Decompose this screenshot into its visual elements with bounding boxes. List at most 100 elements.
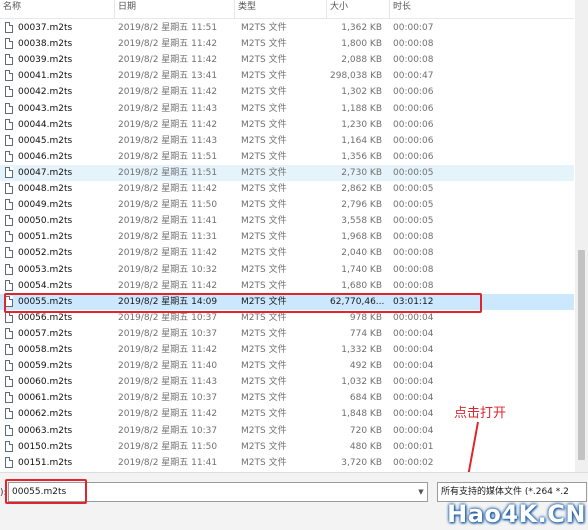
file-row[interactable]: 00051.m2ts 2019/8/2 星期五 11:31 M2TS 文件 1,968… (0, 229, 574, 245)
file-type: M2TS 文件 (241, 328, 287, 339)
file-type: M2TS 文件 (241, 119, 287, 130)
file-row[interactable]: 00038.m2ts 2019/8/2 星期五 11:42 M2TS 文件 1,800… (0, 36, 574, 52)
file-name: 00037.m2ts (18, 23, 73, 33)
file-icon (5, 376, 13, 388)
file-type: M2TS 文件 (241, 23, 287, 33)
file-name: 00052.m2ts (18, 248, 73, 259)
file-row[interactable]: 00046.m2ts 2019/8/2 星期五 11:51 M2TS 文件 1,356… (0, 149, 574, 165)
file-row[interactable]: 00041.m2ts 2019/8/2 星期五 13:41 M2TS 文件 298,0… (0, 68, 574, 84)
file-icon (5, 344, 13, 355)
file-icon (5, 54, 13, 66)
file-type: M2TS 文件 (241, 345, 287, 355)
file-row[interactable]: 00042.m2ts 2019/8/2 星期五 11:42 M2TS 文件 1,302… (0, 84, 574, 100)
file-type-filter[interactable]: 所有支持的媒体文件 (*.264 *.2 (437, 482, 587, 502)
file-name: 00061.m2ts (18, 393, 73, 404)
file-name: 00048.m2ts (18, 184, 73, 194)
file-type: M2TS 文件 (241, 167, 287, 178)
file-duration: 00:00:08 (393, 55, 434, 66)
vertical-scrollbar[interactable] (575, 0, 588, 472)
file-duration: 00:00:08 (393, 248, 434, 259)
file-name: 00062.m2ts (18, 409, 73, 420)
file-row[interactable]: 00044.m2ts 2019/8/2 星期五 11:42 M2TS 文件 1,230… (0, 117, 574, 133)
file-size: 1,230 KB (341, 119, 382, 130)
file-name: 00042.m2ts (18, 87, 73, 98)
file-type: M2TS 文件 (241, 441, 287, 452)
file-duration: 00:00:07 (393, 23, 434, 33)
file-name: 00051.m2ts (18, 232, 73, 243)
file-type: M2TS 文件 (241, 71, 287, 82)
file-duration: 00:00:08 (393, 280, 434, 291)
file-row[interactable]: 00054.m2ts 2019/8/2 星期五 11:42 M2TS 文件 1,680… (0, 278, 574, 294)
file-icon (5, 199, 13, 211)
file-date: 2019/8/2 星期五 11:50 (118, 441, 218, 452)
file-date: 2019/8/2 星期五 11:42 (118, 39, 218, 50)
file-size: 3,720 KB (341, 457, 382, 468)
chevron-down-icon[interactable]: ▼ (415, 483, 427, 501)
column-header-date[interactable]: 日期 (115, 0, 235, 18)
file-size: 720 KB (349, 425, 382, 436)
file-row[interactable]: 00047.m2ts 2019/8/2 星期五 11:51 M2TS 文件 2,730… (0, 164, 574, 181)
file-name: 00059.m2ts (18, 361, 73, 372)
file-row[interactable]: 00039.m2ts 2019/8/2 星期五 11:42 M2TS 文件 2,088… (0, 52, 574, 68)
column-header-size[interactable]: 大小 (327, 0, 390, 18)
file-icon (5, 408, 13, 420)
file-date: 2019/8/2 星期五 11:42 (118, 55, 218, 66)
file-icon (5, 327, 13, 339)
file-size: 1,188 KB (341, 103, 382, 114)
file-row[interactable]: 00048.m2ts 2019/8/2 星期五 11:42 M2TS 文件 2,862… (0, 181, 574, 197)
file-date: 2019/8/2 星期五 10:37 (118, 328, 218, 339)
file-date: 2019/8/2 星期五 10:37 (118, 393, 218, 404)
column-header-type[interactable]: 类型 (235, 0, 327, 18)
file-date: 2019/8/2 星期五 11:51 (118, 151, 218, 162)
column-header-duration[interactable]: 时长 (390, 0, 480, 18)
file-row[interactable]: 00043.m2ts 2019/8/2 星期五 11:43 M2TS 文件 1,188… (0, 101, 574, 117)
file-date: 2019/8/2 星期五 11:51 (118, 23, 218, 33)
file-row[interactable]: 00045.m2ts 2019/8/2 星期五 11:43 M2TS 文件 1,164… (0, 133, 574, 149)
file-type: M2TS 文件 (241, 393, 287, 404)
file-date: 2019/8/2 星期五 11:40 (118, 361, 218, 372)
file-date: 2019/8/2 星期五 11:43 (118, 135, 218, 146)
scrollbar-thumb[interactable] (578, 250, 585, 460)
file-row[interactable]: 00049.m2ts 2019/8/2 星期五 11:50 M2TS 文件 2,796… (0, 197, 574, 213)
file-name: 00150.m2ts (18, 441, 73, 452)
file-type: M2TS 文件 (241, 39, 287, 50)
file-duration: 00:00:08 (393, 264, 434, 275)
file-row[interactable]: 00058.m2ts 2019/8/2 星期五 11:42 M2TS 文件 1,332… (0, 342, 574, 358)
file-type: M2TS 文件 (241, 457, 287, 468)
file-size: 1,680 KB (341, 280, 382, 291)
file-type: M2TS 文件 (241, 103, 287, 114)
column-header-name[interactable]: 名称 (0, 0, 115, 18)
file-size: 1,302 KB (341, 87, 382, 98)
file-duration: 00:00:04 (393, 328, 434, 339)
file-size: 3,558 KB (341, 216, 382, 227)
file-row[interactable]: 00053.m2ts 2019/8/2 星期五 10:32 M2TS 文件 1,740… (0, 262, 574, 278)
file-name: 00047.m2ts (18, 167, 73, 178)
file-row[interactable]: 00059.m2ts 2019/8/2 星期五 11:40 M2TS 文件 492 K… (0, 358, 574, 374)
file-row[interactable]: 00050.m2ts 2019/8/2 星期五 11:41 M2TS 文件 3,558… (0, 213, 574, 229)
file-duration: 00:00:01 (393, 441, 434, 452)
file-date: 2019/8/2 星期五 11:42 (118, 345, 218, 355)
file-duration: 00:00:08 (393, 39, 434, 50)
file-icon (5, 70, 13, 82)
file-row[interactable]: 00052.m2ts 2019/8/2 星期五 11:42 M2TS 文件 2,040… (0, 245, 574, 261)
file-duration: 00:00:02 (393, 457, 434, 468)
file-row[interactable]: 00037.m2ts 2019/8/2 星期五 11:51 M2TS 文件 1,362… (0, 20, 574, 36)
file-row[interactable]: 00057.m2ts 2019/8/2 星期五 10:37 M2TS 文件 774 K… (0, 326, 574, 342)
file-name: 00038.m2ts (18, 39, 73, 50)
file-duration: 00:00:04 (393, 393, 434, 404)
file-date: 2019/8/2 星期五 11:42 (118, 87, 218, 98)
file-name: 00063.m2ts (18, 425, 73, 436)
file-size: 480 KB (349, 441, 382, 452)
file-duration: 00:00:04 (393, 377, 434, 388)
file-date: 2019/8/2 星期五 11:42 (118, 184, 218, 194)
file-type: M2TS 文件 (241, 55, 287, 66)
file-name: 00044.m2ts (18, 119, 73, 130)
file-size: 298,038 KB (330, 71, 383, 82)
file-duration: 00:00:06 (393, 119, 434, 130)
file-name: 00054.m2ts (18, 280, 73, 291)
file-row[interactable]: 00060.m2ts 2019/8/2 星期五 11:43 M2TS 文件 1,032… (0, 374, 574, 390)
file-date: 2019/8/2 星期五 10:37 (118, 425, 218, 436)
file-icon (5, 231, 13, 243)
file-type: M2TS 文件 (241, 87, 287, 98)
file-icon (5, 360, 13, 372)
